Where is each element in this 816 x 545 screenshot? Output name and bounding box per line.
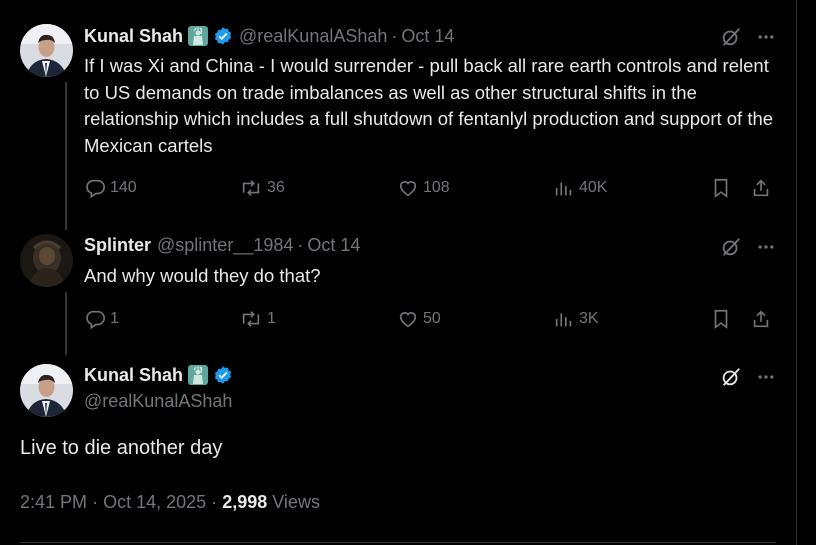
liberty-emoji-icon xyxy=(187,25,209,47)
separator: · xyxy=(391,25,398,46)
liberty-emoji-icon xyxy=(187,364,209,386)
more-icon[interactable] xyxy=(756,367,776,392)
tweet-actions: 1 1 50 3K xyxy=(84,308,774,332)
reply-button[interactable]: 140 xyxy=(84,177,137,199)
share-button[interactable] xyxy=(750,308,772,330)
tweet-top-icons xyxy=(720,236,776,263)
main-author: Kunal Shah xyxy=(84,364,233,386)
post-date[interactable]: Oct 14, 2025 xyxy=(103,492,206,512)
grok-icon[interactable] xyxy=(720,236,742,263)
tweet-top-icons xyxy=(720,26,776,53)
verified-badge-icon[interactable] xyxy=(213,365,233,385)
grok-icon[interactable] xyxy=(720,26,742,53)
avatar[interactable] xyxy=(20,24,73,77)
tweet-header: Kunal Shah @realKunalAShah · Oct 14 xyxy=(84,25,454,47)
handle[interactable]: @realKunalAShah xyxy=(84,391,232,412)
bookmark-icon xyxy=(711,308,731,330)
repost-count: 1 xyxy=(267,310,276,327)
more-icon[interactable] xyxy=(756,27,776,52)
grok-icon[interactable] xyxy=(720,366,742,393)
handle[interactable]: @splinter__1984 xyxy=(157,235,293,256)
tweet-actions: 140 36 108 40K xyxy=(84,177,774,201)
views-icon xyxy=(553,308,575,330)
tweet-header: Splinter @splinter__1984 · Oct 14 xyxy=(84,235,360,256)
thread-line xyxy=(65,82,67,230)
tweet-meta: 2:41 PM · Oct 14, 2025 · 2,998 Views xyxy=(20,492,320,513)
like-icon xyxy=(397,308,419,330)
repost-icon xyxy=(239,308,263,330)
reply-button[interactable]: 1 xyxy=(84,308,119,330)
separator: · xyxy=(92,492,99,512)
share-button[interactable] xyxy=(750,177,772,199)
repost-icon xyxy=(239,177,263,199)
like-icon xyxy=(397,177,419,199)
share-icon xyxy=(750,177,772,199)
like-button[interactable]: 108 xyxy=(397,177,450,199)
tweet-text: Live to die another day xyxy=(20,437,223,459)
views-icon xyxy=(553,177,575,199)
timestamp[interactable]: Oct 14 xyxy=(307,235,360,256)
views-count: 3K xyxy=(579,310,599,327)
like-count: 108 xyxy=(423,179,450,196)
post-time[interactable]: 2:41 PM xyxy=(20,492,87,512)
display-name[interactable]: Kunal Shah xyxy=(84,26,183,47)
display-name[interactable]: Splinter xyxy=(84,235,151,256)
share-icon xyxy=(750,308,772,330)
avatar[interactable] xyxy=(20,364,73,417)
reply-icon xyxy=(84,177,106,199)
views-label: Views xyxy=(272,492,320,512)
bookmark-icon xyxy=(711,177,731,199)
handle[interactable]: @realKunalAShah xyxy=(239,26,387,47)
divider xyxy=(20,542,776,543)
avatar[interactable] xyxy=(20,234,73,287)
reply-count: 1 xyxy=(110,310,119,327)
bookmark-button[interactable] xyxy=(711,177,731,199)
repost-button[interactable]: 36 xyxy=(239,177,285,199)
like-count: 50 xyxy=(423,310,441,327)
separator: · xyxy=(211,492,218,512)
thread-line xyxy=(65,292,67,355)
more-icon[interactable] xyxy=(756,237,776,262)
tweet-text: And why would they do that? xyxy=(84,265,321,286)
views-count: 40K xyxy=(579,179,608,196)
tweet-top-icons xyxy=(720,366,776,393)
reply-icon xyxy=(84,308,106,330)
repost-button[interactable]: 1 xyxy=(239,308,276,330)
display-name[interactable]: Kunal Shah xyxy=(84,365,183,386)
repost-count: 36 xyxy=(267,179,285,196)
timestamp[interactable]: Oct 14 xyxy=(401,26,454,47)
reply-count: 140 xyxy=(110,179,137,196)
views-button[interactable]: 3K xyxy=(553,308,599,330)
tweet-splinter[interactable]: Splinter @splinter__1984 · Oct 14 And wh… xyxy=(20,225,776,355)
views-button[interactable]: 40K xyxy=(553,177,607,199)
tweet-kunal-shah[interactable]: Kunal Shah @realKunalAShah · Oct 14 If I… xyxy=(20,0,776,230)
verified-badge-icon[interactable] xyxy=(213,26,233,46)
bookmark-button[interactable] xyxy=(711,308,731,330)
views-count: 2,998 xyxy=(222,492,268,512)
separator: · xyxy=(297,235,304,255)
column-border xyxy=(796,0,797,545)
like-button[interactable]: 50 xyxy=(397,308,441,330)
tweet-text: If I was Xi and China - I would surrende… xyxy=(84,55,774,156)
